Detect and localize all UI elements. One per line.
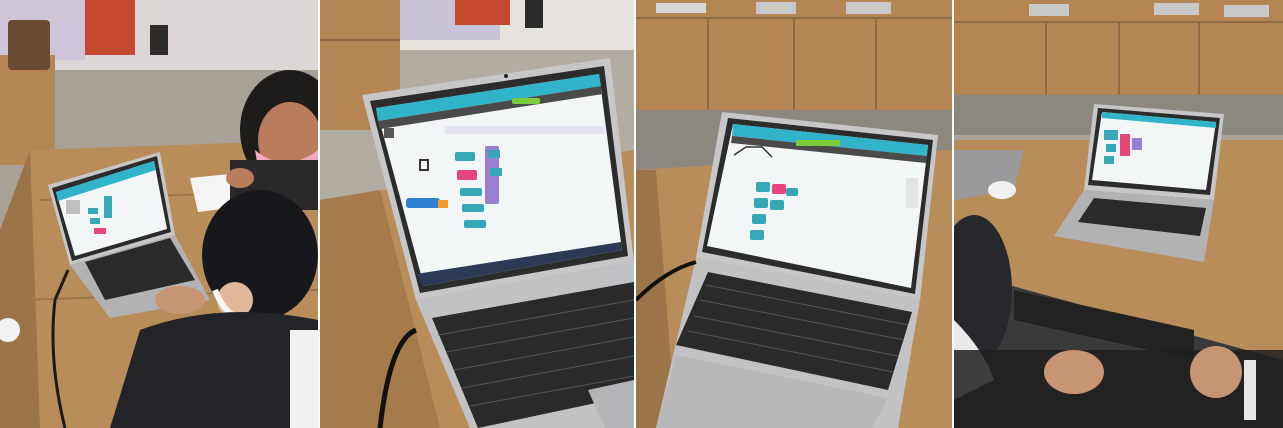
photo-4 [954,0,1283,428]
photo-2-scene [320,0,634,428]
photo-3-scene [636,0,952,428]
photo-3 [636,0,952,428]
photo-2 [320,0,634,428]
photo-1 [0,0,318,428]
photo-collage [0,0,1283,428]
photo-4-scene [954,0,1283,428]
photo-1-scene [0,0,318,428]
